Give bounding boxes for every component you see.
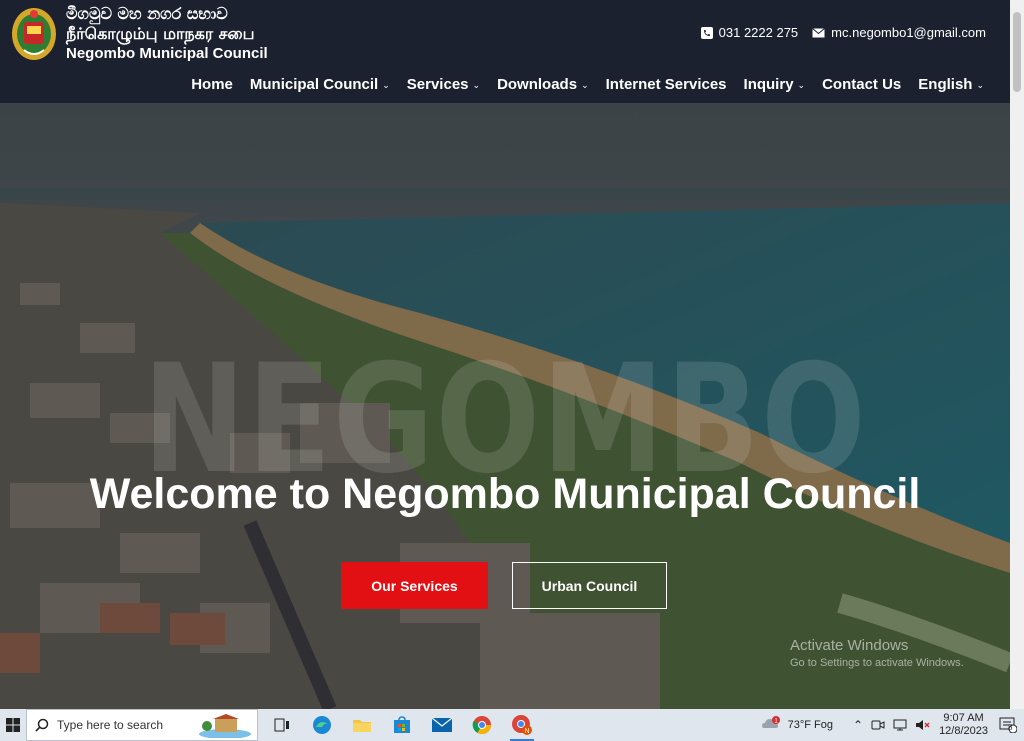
svg-text:N: N	[524, 728, 529, 735]
chevron-down-icon: ⌄	[472, 80, 481, 90]
nav-inquiry[interactable]: Inquiry ⌄	[744, 76, 806, 93]
windows-logo-icon	[6, 718, 20, 732]
nav-contact-us-label: Contact Us	[822, 76, 902, 93]
search-icon	[35, 718, 49, 732]
task-view-icon[interactable]	[262, 709, 302, 741]
chevron-down-icon: ⌄	[382, 80, 390, 90]
search-highlight-icon	[199, 714, 251, 738]
search-placeholder: Type here to search	[57, 718, 164, 732]
envelope-icon	[812, 27, 825, 37]
nav-internet-services[interactable]: Internet Services	[606, 76, 727, 93]
chrome-profile-icon[interactable]: N	[502, 709, 542, 741]
nav-language[interactable]: English ⌄	[918, 76, 984, 93]
chrome-icon[interactable]	[462, 709, 502, 741]
store-icon[interactable]	[382, 709, 422, 741]
taskbar-clock[interactable]: 9:07 AM 12/8/2023	[939, 712, 988, 738]
nav-downloads-label: Downloads	[497, 76, 578, 93]
notification-center-button[interactable]: 8	[996, 717, 1020, 733]
site-name-sinhala: මීගමුව මහ නගර සභාව	[66, 4, 228, 23]
urban-council-button[interactable]: Urban Council	[512, 562, 667, 609]
phone-contact[interactable]: 031 2222 275	[700, 25, 799, 40]
clock-date: 12/8/2023	[939, 725, 988, 737]
mail-icon[interactable]	[422, 709, 462, 741]
phone-icon	[700, 26, 713, 39]
nav-services[interactable]: Services ⌄	[407, 76, 480, 93]
hero-title: Welcome to Negombo Municipal Council	[89, 470, 921, 518]
chevron-down-icon: ⌄	[976, 80, 984, 90]
contact-info: 031 2222 275 mc.negombo1@gmail.com	[700, 25, 986, 40]
phone-number: 031 2222 275	[718, 25, 799, 40]
our-services-button[interactable]: Our Services	[341, 562, 488, 609]
nav-home-label: Home	[191, 76, 233, 93]
chevron-up-icon[interactable]: ⌃	[853, 718, 863, 732]
email-contact[interactable]: mc.negombo1@gmail.com	[812, 25, 986, 40]
file-explorer-icon[interactable]	[342, 709, 382, 741]
email-address: mc.negombo1@gmail.com	[831, 25, 986, 40]
fog-weather-icon: 1	[761, 716, 780, 728]
nav-inquiry-label: Inquiry	[743, 76, 794, 93]
site-names: මීගමුව මහ නගර සභාව நீர்கொழும்பு மாநகர சப…	[66, 4, 268, 64]
main-nav: Home Municipal Council ⌄ Services ⌄ Downlo…	[191, 76, 984, 93]
taskbar-search-box[interactable]: Type here to search	[26, 709, 258, 741]
council-logo[interactable]	[10, 6, 58, 62]
nav-home[interactable]: Home	[191, 76, 233, 93]
notification-count: 8	[1008, 723, 1013, 732]
weather-text: 73°F Fog	[787, 719, 833, 731]
system-tray: 1 73°F Fog ⌃ 9:07 AM 12/8/2023 8	[760, 712, 1024, 738]
network-icon[interactable]	[893, 719, 907, 731]
meet-now-icon[interactable]	[871, 719, 885, 731]
activate-windows-subtitle: Go to Settings to activate Windows.	[790, 657, 964, 669]
nav-internet-services-label: Internet Services	[605, 76, 727, 93]
site-name-english[interactable]: Negombo Municipal Council	[66, 44, 268, 64]
nav-municipal-council[interactable]: Municipal Council ⌄	[250, 76, 390, 93]
activate-windows-notice: Activate Windows Go to Settings to activ…	[790, 637, 964, 669]
weather-widget[interactable]: 1 73°F Fog	[760, 716, 833, 734]
nav-services-label: Services	[406, 76, 469, 93]
nav-language-label: English	[918, 76, 973, 93]
nav-downloads[interactable]: Downloads ⌄	[497, 76, 589, 93]
site-name-tamil: நீர்கொழும்பு மாநகர சபை	[66, 24, 255, 43]
edge-icon[interactable]	[302, 709, 342, 741]
page-scrollbar[interactable]	[1010, 0, 1024, 709]
scrollbar-thumb[interactable]	[1013, 12, 1021, 92]
clock-time: 9:07 AM	[943, 712, 984, 724]
chevron-down-icon: ⌄	[581, 80, 589, 90]
taskbar-apps: N	[262, 709, 542, 741]
windows-taskbar: Type here to search N 1 73°F Fog ⌃ 9:07 …	[0, 709, 1024, 741]
volume-muted-icon[interactable]	[915, 719, 931, 731]
start-button[interactable]	[0, 709, 26, 741]
nav-municipal-council-label: Municipal Council	[249, 76, 379, 93]
chevron-down-icon: ⌄	[797, 80, 806, 90]
site-header: මීගමුව මහ නගර සභාව நீர்கொழும்பு மாநகர சப…	[0, 0, 1010, 103]
activate-windows-title: Activate Windows	[790, 637, 909, 654]
nav-contact-us[interactable]: Contact Us	[822, 76, 901, 93]
hero-section: NEGOMBO Welcome to Negombo Municipal Cou…	[0, 103, 1010, 709]
